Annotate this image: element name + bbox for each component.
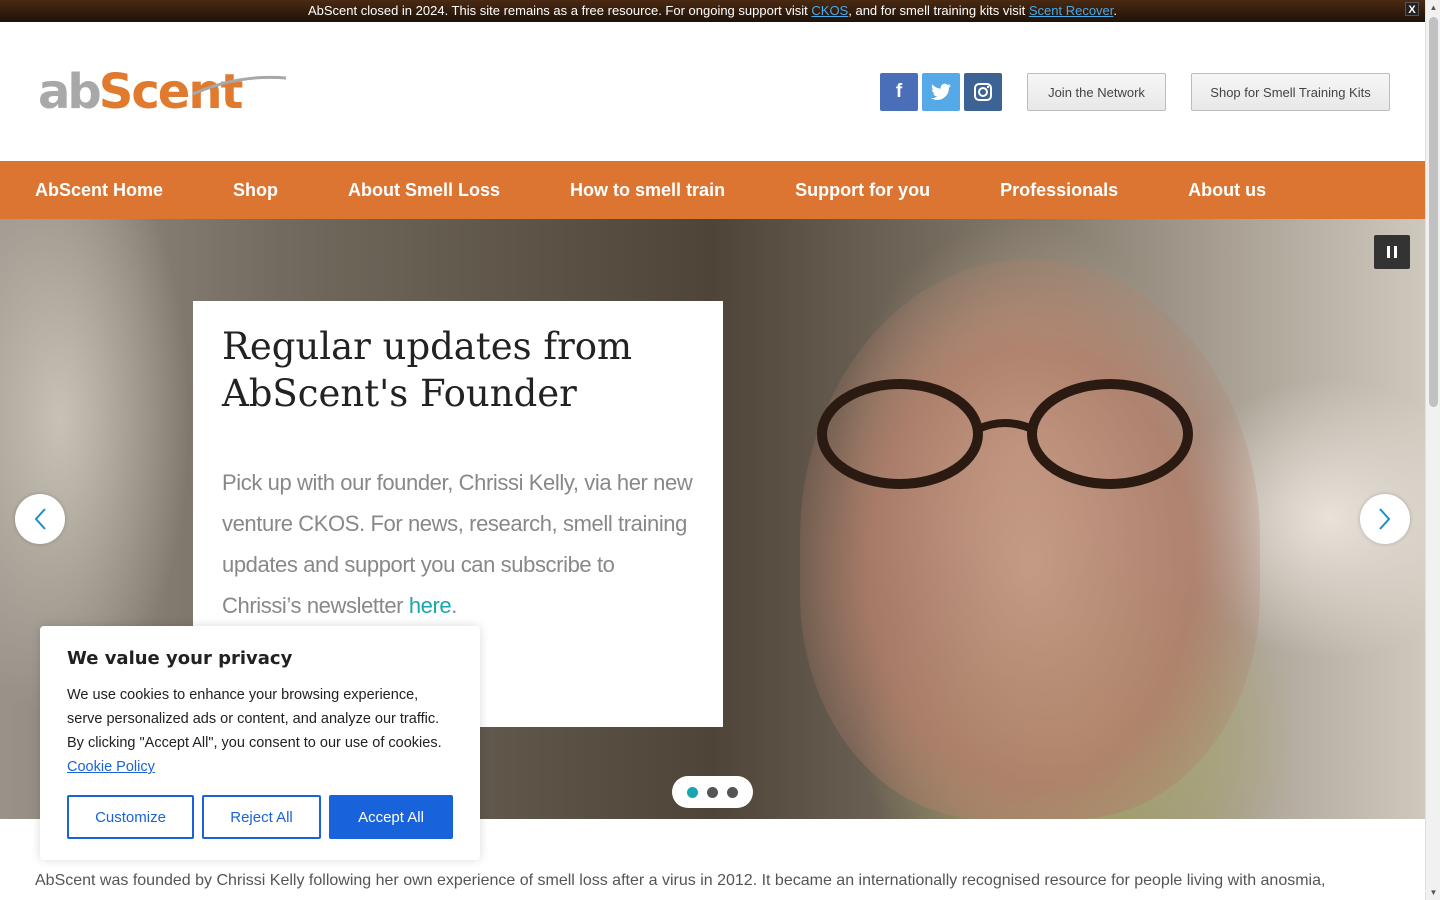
slide-dot-3[interactable] [727, 786, 738, 798]
abscent-logo[interactable]: ab Scent [38, 64, 287, 120]
nav-item-home[interactable]: AbScent Home [35, 180, 163, 201]
cookie-title: We value your privacy [67, 648, 293, 669]
instagram-icon[interactable] [964, 73, 1002, 111]
chevron-right-icon [1379, 508, 1391, 530]
logo-ab: ab [38, 64, 102, 120]
nav-item-shop[interactable]: Shop [233, 180, 278, 201]
shop-kits-button[interactable]: Shop for Smell Training Kits [1191, 73, 1390, 111]
slide-dot-1[interactable] [687, 786, 698, 798]
chevron-left-icon [34, 508, 46, 530]
scent-recover-link[interactable]: Scent Recover [1029, 3, 1114, 18]
next-slide-button[interactable] [1360, 494, 1410, 544]
hero-photo-glasses [817, 379, 1193, 489]
nav-item-about-us[interactable]: About us [1188, 180, 1266, 201]
intro-paragraph: AbScent was founded by Chrissi Kelly fol… [35, 872, 1326, 889]
accept-all-button[interactable]: Accept All [329, 795, 453, 839]
cookie-policy-link[interactable]: Cookie Policy [67, 759, 155, 775]
cookie-description: We use cookies to enhance your browsing … [67, 687, 442, 751]
logo-swoosh-icon [192, 75, 287, 96]
slide-pagination [672, 776, 753, 808]
reject-all-button[interactable]: Reject All [202, 795, 321, 839]
scroll-down-icon[interactable]: ▼ [1426, 885, 1440, 900]
customize-cookies-button[interactable]: Customize [67, 795, 194, 839]
facebook-icon[interactable]: f [880, 73, 918, 111]
pause-slider-button[interactable] [1374, 235, 1410, 269]
scroll-up-icon[interactable]: ▲ [1426, 0, 1440, 15]
close-announcement-button[interactable]: X [1405, 2, 1419, 16]
page-scrollbar[interactable]: ▲ ▼ [1425, 0, 1440, 900]
site-header: ab Scent f Join the Network Shop for Smel… [0, 22, 1425, 161]
main-nav: AbScent Home Shop About Smell Loss How t… [0, 161, 1425, 219]
ckos-link[interactable]: CKOS [811, 3, 848, 18]
cookie-buttons: Customize Reject All Accept All [67, 795, 453, 839]
slide-title: Regular updates from AbScent's Founder [222, 325, 633, 415]
slide-body: Pick up with our founder, Chrissi Kelly,… [222, 462, 694, 626]
join-network-button[interactable]: Join the Network [1027, 73, 1166, 111]
scrollbar-thumb[interactable] [1429, 17, 1438, 407]
nav-item-how-to-smell-train[interactable]: How to smell train [570, 180, 725, 201]
nav-item-support[interactable]: Support for you [795, 180, 930, 201]
pause-icon [1387, 246, 1397, 258]
cookie-text: We use cookies to enhance your browsing … [67, 683, 453, 779]
previous-slide-button[interactable] [15, 494, 65, 544]
twitter-icon[interactable] [922, 73, 960, 111]
newsletter-link[interactable]: here [409, 593, 452, 618]
slide-body-text: Pick up with our founder, Chrissi Kelly,… [222, 470, 693, 618]
hero-photo-person [800, 259, 1260, 819]
announcement-text-2: , and for smell training kits visit [848, 3, 1029, 18]
slide-dot-2[interactable] [707, 786, 718, 798]
slide-body-end: . [451, 593, 457, 618]
nav-item-about-smell-loss[interactable]: About Smell Loss [348, 180, 500, 201]
cookie-consent-banner: We value your privacy We use cookies to … [40, 626, 480, 860]
announcement-bar: AbScent closed in 2024. This site remain… [0, 0, 1425, 22]
nav-item-professionals[interactable]: Professionals [1000, 180, 1118, 201]
announcement-text-1: AbScent closed in 2024. This site remain… [307, 3, 812, 18]
announcement-text-3: . [1113, 3, 1118, 18]
